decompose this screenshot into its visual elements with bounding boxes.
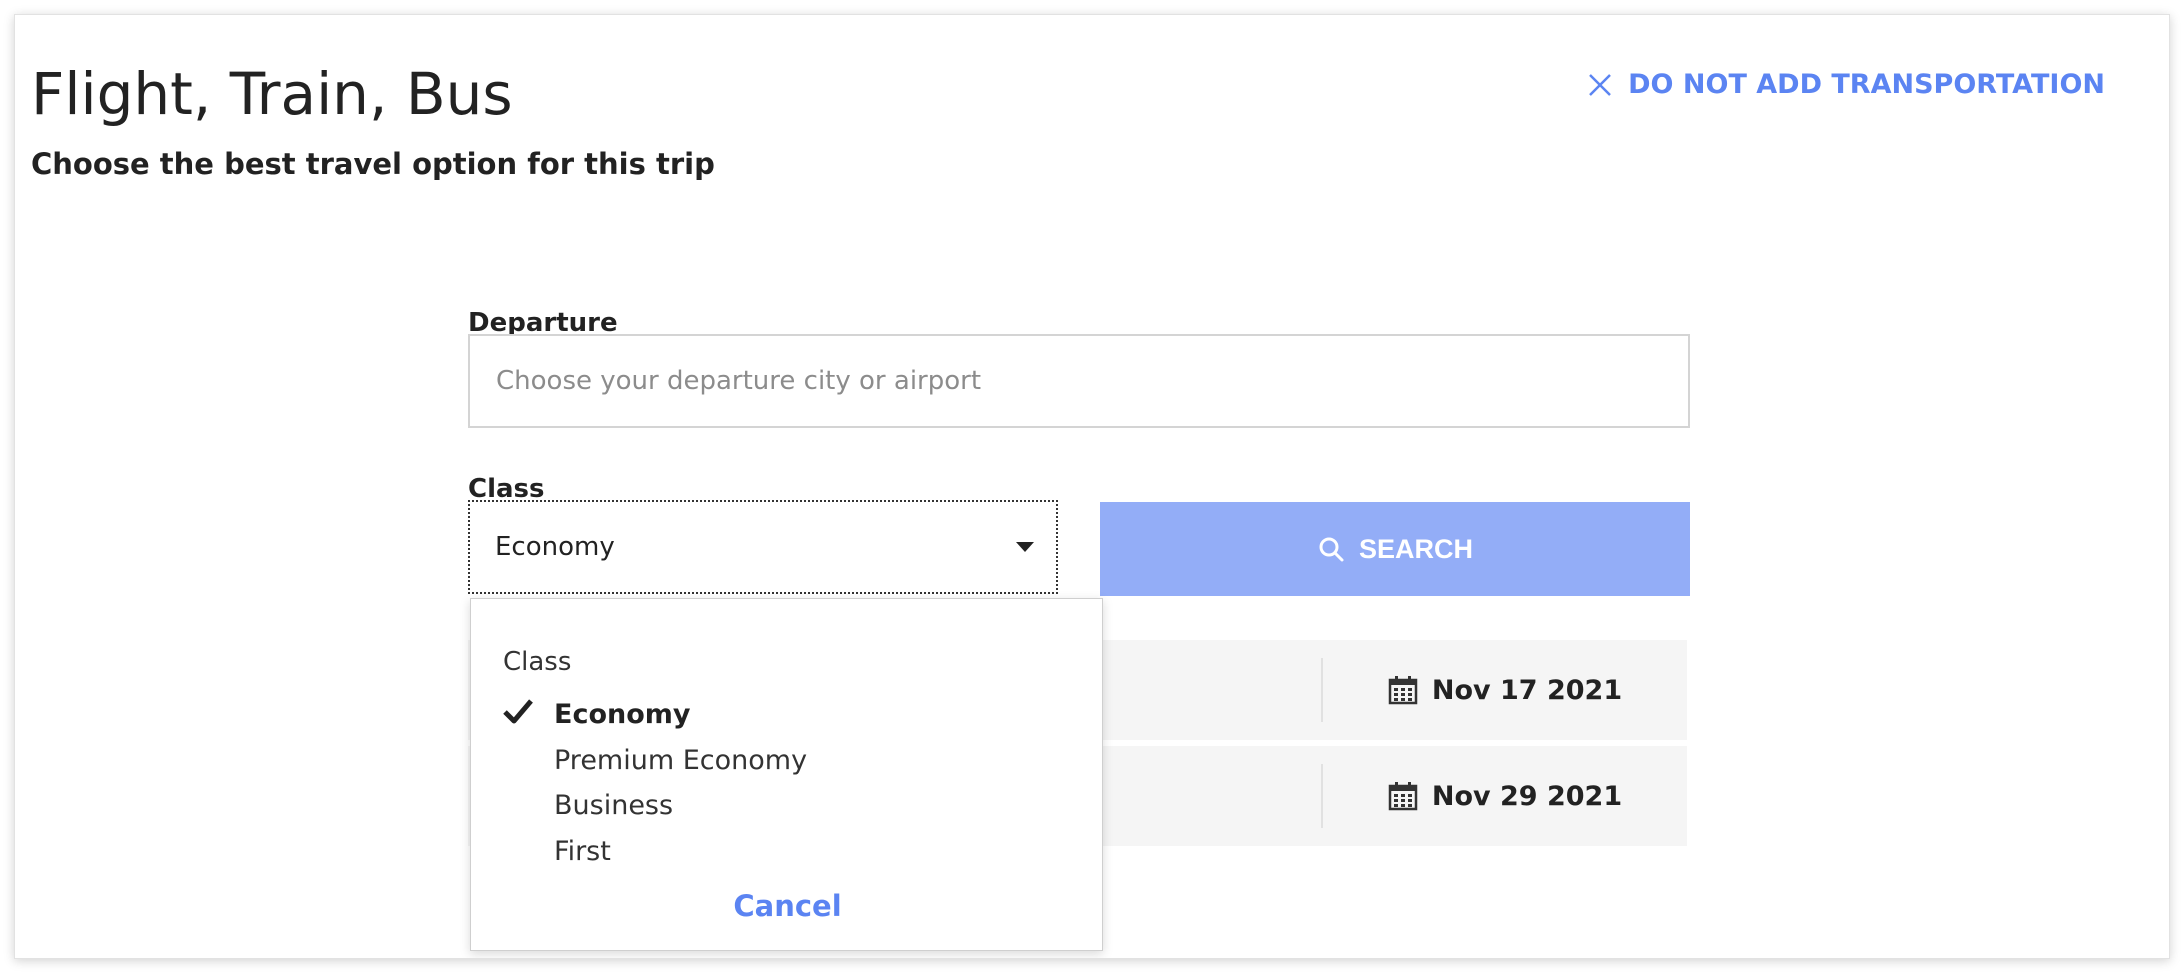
page-subtitle: Choose the best travel option for this t… (31, 147, 715, 181)
class-dropdown-menu: Class Economy Premium Economy Business F… (470, 598, 1103, 951)
dropdown-option-premium-economy[interactable]: Premium Economy (554, 745, 807, 776)
return-date-picker[interactable]: Nov 29 2021 (1323, 746, 1687, 846)
search-button[interactable]: SEARCH (1100, 502, 1690, 596)
class-select[interactable]: Economy (468, 500, 1058, 594)
search-icon (1319, 537, 1344, 562)
class-select-value: Economy (495, 532, 615, 562)
dropdown-cancel-button[interactable]: Cancel (471, 889, 1104, 923)
page-title: Flight, Train, Bus (31, 60, 513, 128)
close-icon (1589, 73, 1612, 96)
transportation-panel: Flight, Train, Bus Choose the best trave… (14, 14, 2170, 959)
dropdown-option-first[interactable]: First (554, 836, 611, 867)
search-label: SEARCH (1358, 533, 1473, 564)
checkmark-icon (503, 699, 533, 724)
dropdown-option-economy[interactable]: Economy (554, 699, 691, 730)
departure-date-picker[interactable]: Nov 17 2021 (1323, 640, 1687, 740)
dismiss-label: DO NOT ADD TRANSPORTATION (1628, 69, 2105, 100)
calendar-icon (1388, 676, 1418, 705)
return-date-label: Nov 29 2021 (1431, 780, 1623, 812)
do-not-add-transportation-link[interactable]: DO NOT ADD TRANSPORTATION (1586, 69, 2105, 100)
calendar-icon (1388, 782, 1418, 811)
departure-input[interactable] (468, 334, 1690, 428)
dropdown-option-business[interactable]: Business (554, 790, 673, 821)
caret-down-icon (1016, 542, 1034, 552)
dropdown-header: Class (503, 647, 572, 677)
departure-date-label: Nov 17 2021 (1431, 674, 1623, 706)
